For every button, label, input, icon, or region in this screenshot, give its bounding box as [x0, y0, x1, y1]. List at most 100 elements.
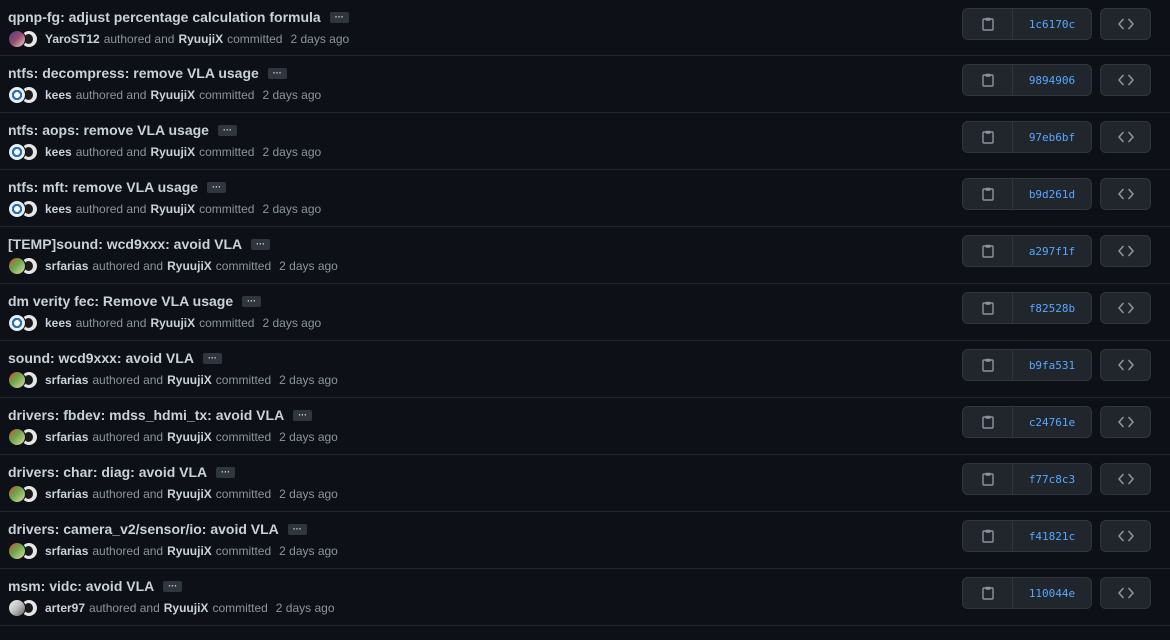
- author-avatar[interactable]: [8, 30, 26, 48]
- commit-sha-link[interactable]: 110044e: [1013, 578, 1091, 608]
- copy-sha-button[interactable]: [963, 521, 1013, 551]
- copy-sha-button[interactable]: [963, 9, 1013, 39]
- committer-link[interactable]: RyuujiX: [178, 32, 223, 46]
- commit-title[interactable]: ntfs: mft: remove VLA usage: [8, 179, 198, 195]
- copy-sha-button[interactable]: [963, 179, 1013, 209]
- browse-files-button[interactable]: [1100, 406, 1151, 438]
- commit-sha-link[interactable]: f82528b: [1013, 293, 1091, 323]
- author-link[interactable]: srfarias: [45, 373, 88, 387]
- commit-sha-link[interactable]: c24761e: [1013, 407, 1091, 437]
- author-avatar[interactable]: [8, 485, 26, 503]
- expand-description-button[interactable]: ···: [329, 11, 349, 23]
- author-link[interactable]: kees: [45, 88, 72, 102]
- committer-link[interactable]: RyuujiX: [167, 430, 212, 444]
- commit-sha-link[interactable]: 9894906: [1013, 65, 1091, 95]
- commit-title[interactable]: drivers: camera_v2/sensor/io: avoid VLA: [8, 521, 279, 537]
- committer-link[interactable]: RyuujiX: [150, 88, 195, 102]
- browse-files-button[interactable]: [1100, 463, 1151, 495]
- copy-sha-button[interactable]: [963, 122, 1013, 152]
- browse-files-button[interactable]: [1100, 577, 1151, 609]
- commit-row: ntfs: mft: remove VLA usage ··· kees aut…: [0, 170, 1170, 227]
- commit-sha-link[interactable]: b9fa531: [1013, 350, 1091, 380]
- browse-files-button[interactable]: [1100, 64, 1151, 96]
- committer-link[interactable]: RyuujiX: [150, 316, 195, 330]
- author-avatar[interactable]: [8, 314, 26, 332]
- author-avatar[interactable]: [8, 257, 26, 275]
- commit-title[interactable]: msm: vidc: avoid VLA: [8, 578, 154, 594]
- commit-title[interactable]: ntfs: aops: remove VLA usage: [8, 122, 209, 138]
- browse-files-button[interactable]: [1100, 520, 1151, 552]
- commit-title[interactable]: [TEMP]sound: wcd9xxx: avoid VLA: [8, 236, 242, 252]
- author-avatar[interactable]: [8, 428, 26, 446]
- commit-sha-link[interactable]: 97eb6bf: [1013, 122, 1091, 152]
- author-link[interactable]: srfarias: [45, 487, 88, 501]
- committer-link[interactable]: RyuujiX: [167, 373, 212, 387]
- commit-title[interactable]: dm verity fec: Remove VLA usage: [8, 293, 233, 309]
- expand-description-button[interactable]: ···: [267, 67, 287, 79]
- expand-description-button[interactable]: ···: [242, 295, 262, 307]
- browse-files-button[interactable]: [1100, 8, 1151, 40]
- committer-link[interactable]: RyuujiX: [167, 544, 212, 558]
- commit-title[interactable]: qpnp-fg: adjust percentage calculation f…: [8, 9, 321, 25]
- expand-description-button[interactable]: ···: [207, 181, 227, 193]
- avatar-stack: [8, 85, 40, 105]
- author-avatar[interactable]: [8, 200, 26, 218]
- copy-sha-button[interactable]: [963, 464, 1013, 494]
- commit-meta: YaroST12 authored and RyuujiX committed …: [8, 30, 349, 48]
- expand-description-button[interactable]: ···: [293, 409, 313, 421]
- expand-description-button[interactable]: ···: [163, 580, 183, 592]
- avatar-stack: [8, 370, 40, 390]
- committer-link[interactable]: RyuujiX: [150, 145, 195, 159]
- author-link[interactable]: kees: [45, 202, 72, 216]
- expand-description-button[interactable]: ···: [216, 466, 236, 478]
- commit-row: [TEMP]sound: wcd9xxx: avoid VLA ··· srfa…: [0, 227, 1170, 284]
- expand-description-button[interactable]: ···: [217, 124, 237, 136]
- author-link[interactable]: kees: [45, 316, 72, 330]
- commit-title[interactable]: drivers: fbdev: mdss_hdmi_tx: avoid VLA: [8, 407, 284, 423]
- copy-sha-button[interactable]: [963, 407, 1013, 437]
- expand-description-button[interactable]: ···: [251, 238, 271, 250]
- browse-files-button[interactable]: [1100, 121, 1151, 153]
- copy-sha-button[interactable]: [963, 65, 1013, 95]
- browse-files-button[interactable]: [1100, 292, 1151, 324]
- commit-title[interactable]: drivers: char: diag: avoid VLA: [8, 464, 207, 480]
- commit-sha-link[interactable]: f77c8c3: [1013, 464, 1091, 494]
- commit-title[interactable]: sound: wcd9xxx: avoid VLA: [8, 350, 194, 366]
- committer-link[interactable]: RyuujiX: [167, 259, 212, 273]
- committer-link[interactable]: RyuujiX: [150, 202, 195, 216]
- author-link[interactable]: kees: [45, 145, 72, 159]
- commit-meta: srfarias authored and RyuujiX committed …: [8, 257, 338, 275]
- author-link[interactable]: srfarias: [45, 430, 88, 444]
- commit-sha-link[interactable]: f41821c: [1013, 521, 1091, 551]
- authored-text: authored and: [92, 373, 164, 387]
- browse-files-button[interactable]: [1100, 349, 1151, 381]
- copy-sha-button[interactable]: [963, 236, 1013, 266]
- commit-sha-button-group: f41821c: [962, 520, 1092, 552]
- author-avatar[interactable]: [8, 86, 26, 104]
- committer-link[interactable]: RyuujiX: [167, 487, 212, 501]
- author-avatar[interactable]: [8, 143, 26, 161]
- commit-sha-link[interactable]: 1c6170c: [1013, 9, 1091, 39]
- copy-sha-button[interactable]: [963, 578, 1013, 608]
- author-link[interactable]: srfarias: [45, 544, 88, 558]
- commit-list: qpnp-fg: adjust percentage calculation f…: [0, 0, 1170, 626]
- copy-sha-button[interactable]: [963, 350, 1013, 380]
- expand-description-button[interactable]: ···: [287, 523, 307, 535]
- author-link[interactable]: srfarias: [45, 259, 88, 273]
- author-link[interactable]: arter97: [45, 601, 85, 615]
- commit-sha-link[interactable]: b9d261d: [1013, 179, 1091, 209]
- committed-text: committed: [199, 145, 255, 159]
- committed-text: committed: [199, 88, 255, 102]
- browse-files-button[interactable]: [1100, 235, 1151, 267]
- copy-sha-button[interactable]: [963, 293, 1013, 323]
- commit-sha-link[interactable]: a297f1f: [1013, 236, 1091, 266]
- browse-files-button[interactable]: [1100, 178, 1151, 210]
- author-link[interactable]: YaroST12: [45, 32, 100, 46]
- commit-time: 2 days ago: [275, 601, 335, 615]
- expand-description-button[interactable]: ···: [202, 352, 222, 364]
- author-avatar[interactable]: [8, 542, 26, 560]
- author-avatar[interactable]: [8, 371, 26, 389]
- author-avatar[interactable]: [8, 599, 26, 617]
- committer-link[interactable]: RyuujiX: [164, 601, 209, 615]
- commit-title[interactable]: ntfs: decompress: remove VLA usage: [8, 65, 259, 81]
